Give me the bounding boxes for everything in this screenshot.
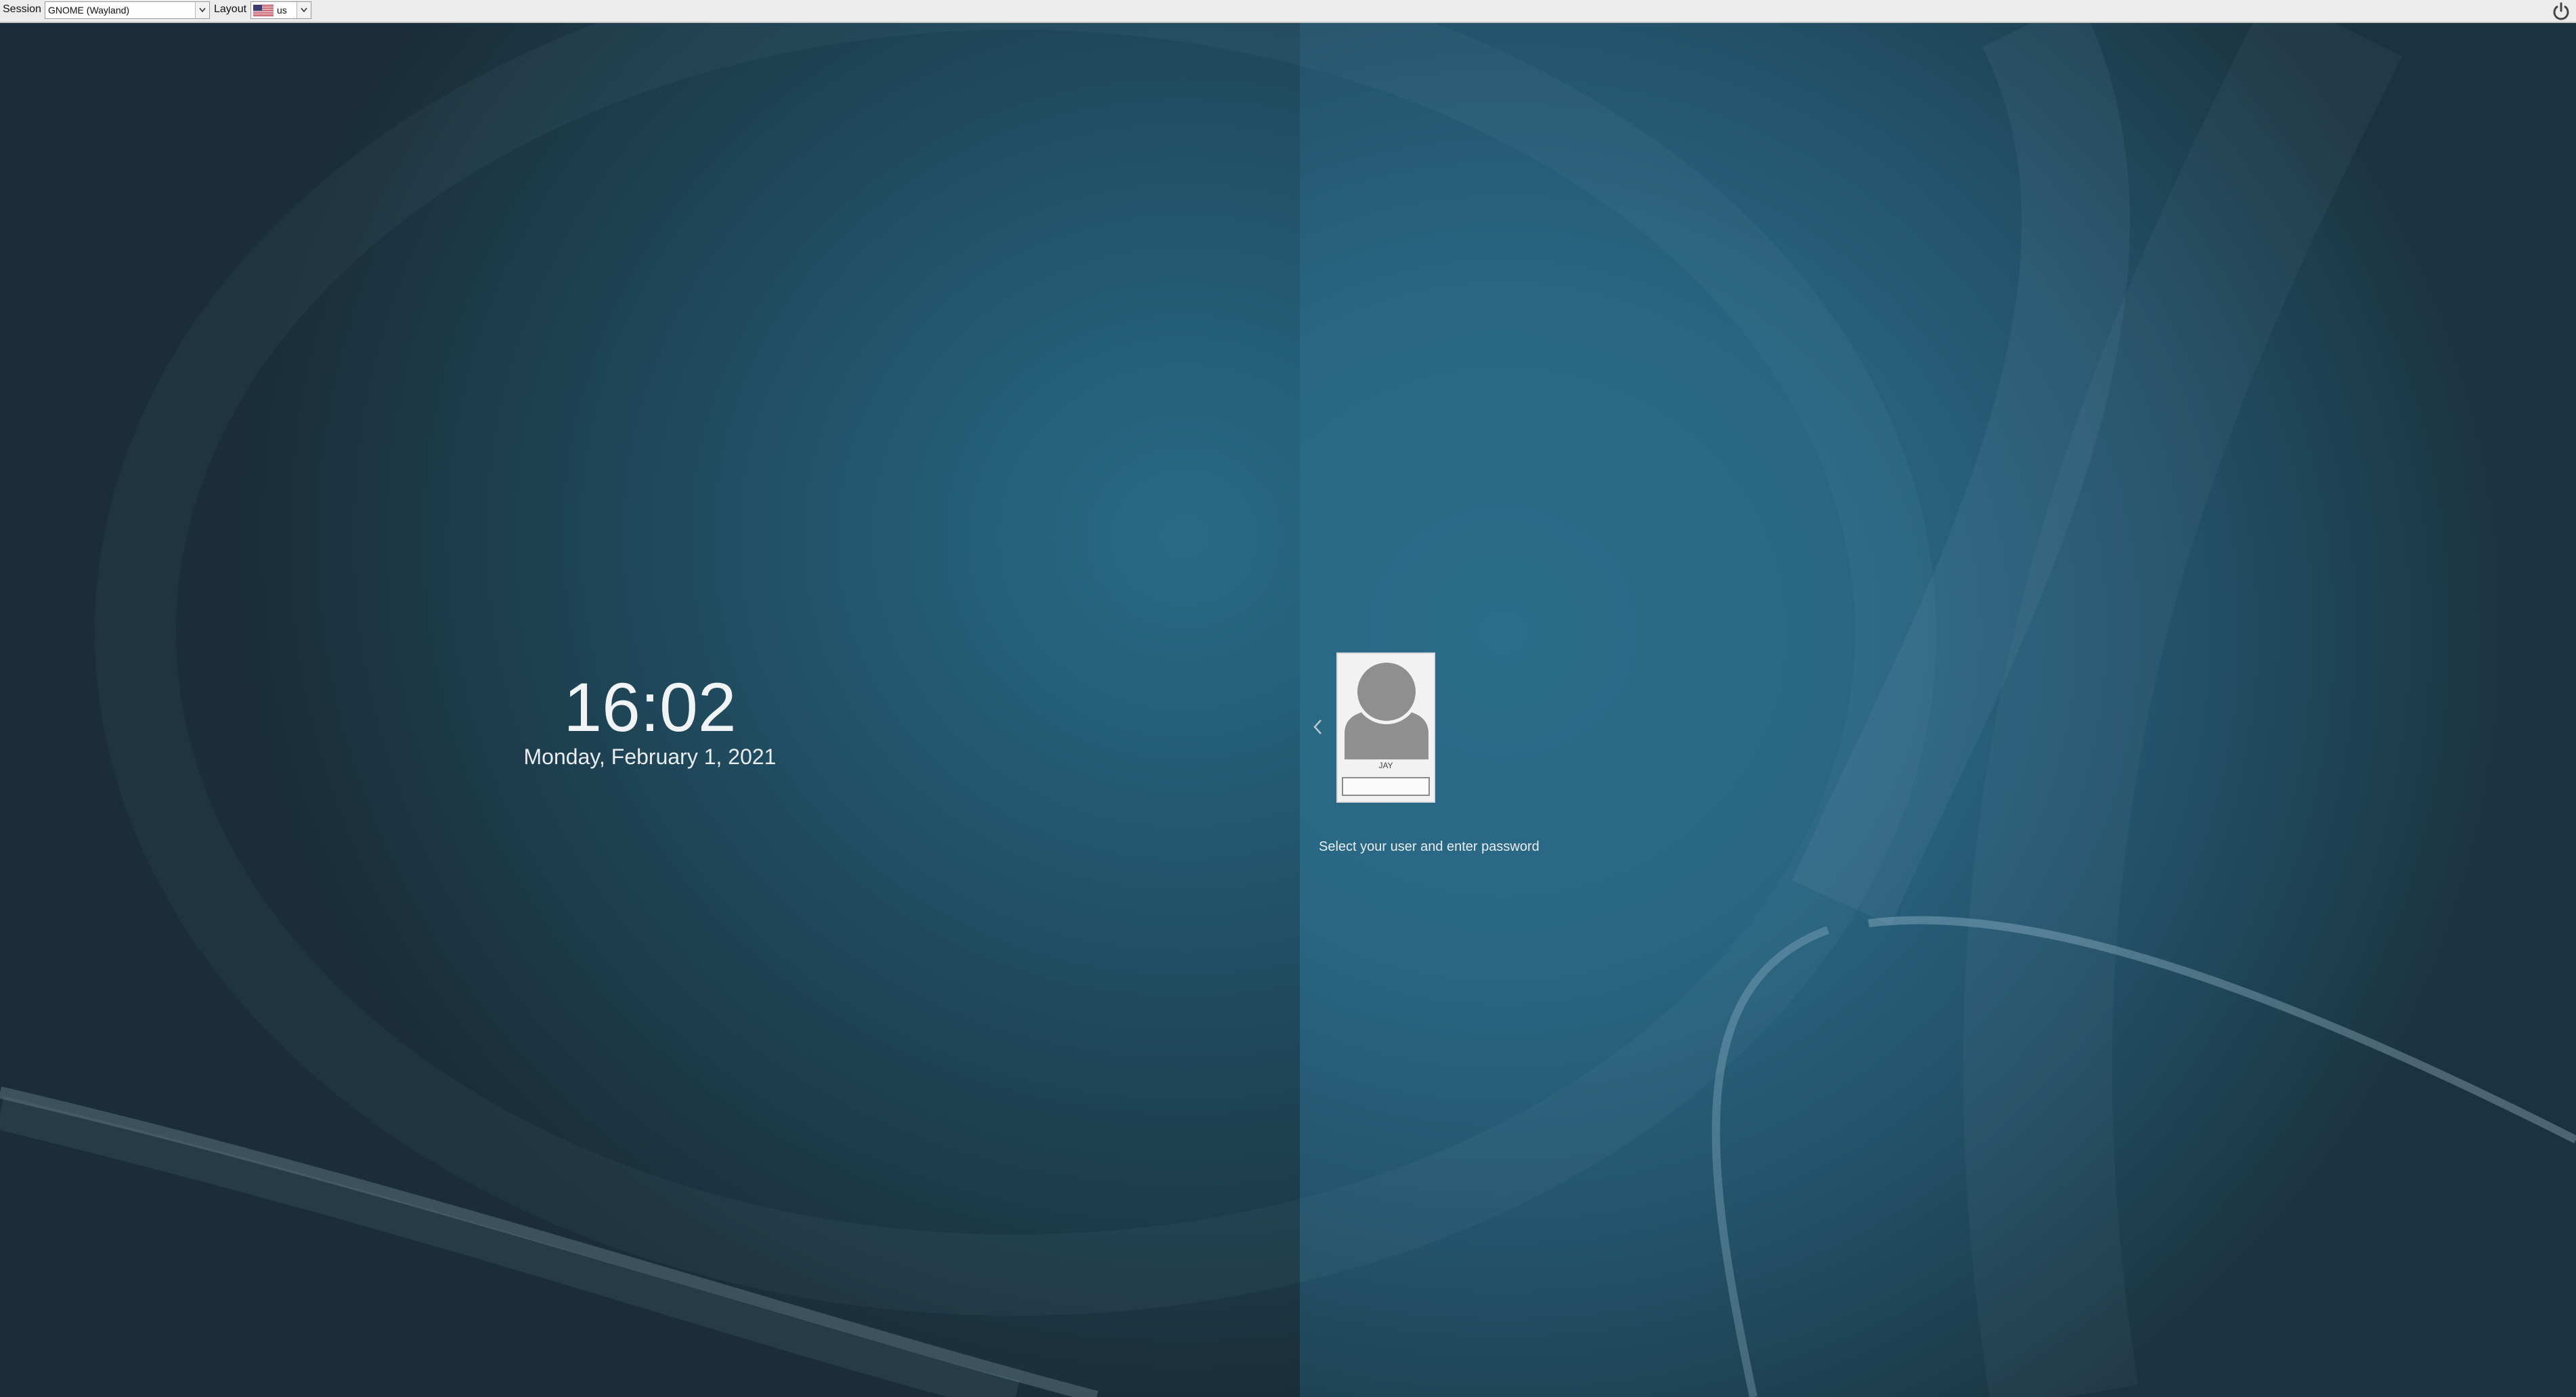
avatar-icon: [1343, 658, 1430, 759]
layout-select[interactable]: us: [250, 1, 311, 19]
clock-date: Monday, February 1, 2021: [523, 745, 777, 769]
wallpaper-swirls: [0, 23, 2576, 1397]
session-select-value: GNOME (Wayland): [48, 5, 130, 16]
user-name: JAY: [1378, 761, 1393, 770]
us-flag-icon: [253, 5, 274, 16]
session-label: Session: [3, 3, 41, 15]
login-hint: Select your user and enter password: [1319, 839, 1540, 854]
chevron-down-icon[interactable]: [297, 2, 311, 18]
session-select[interactable]: GNOME (Wayland): [45, 1, 210, 19]
chevron-left-icon[interactable]: [1311, 717, 1324, 736]
password-field[interactable]: [1342, 777, 1430, 796]
clock-time: 16:02: [563, 669, 737, 746]
chevron-down-icon[interactable]: [195, 2, 209, 18]
user-card[interactable]: JAY: [1336, 652, 1435, 803]
top-bar: Session GNOME (Wayland) Layout us: [0, 0, 2576, 23]
power-icon[interactable]: [2551, 1, 2571, 22]
layout-label: Layout: [214, 3, 247, 15]
layout-select-value: us: [277, 5, 287, 16]
